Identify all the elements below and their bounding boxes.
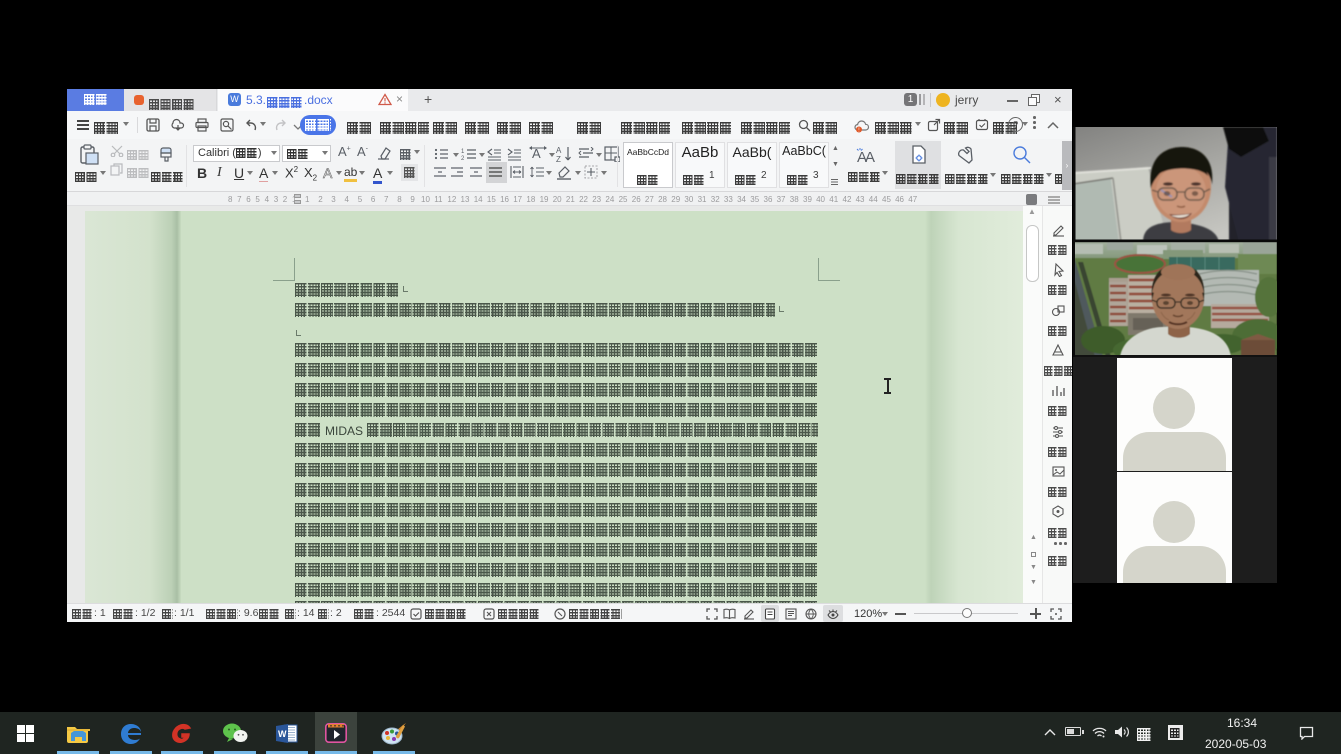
svg-text:1: 1 xyxy=(461,149,465,155)
svg-text:A: A xyxy=(556,146,562,155)
svg-text:!: ! xyxy=(858,128,859,133)
svg-text:W: W xyxy=(278,729,287,739)
svg-text:A: A xyxy=(865,149,875,164)
svg-text:Z: Z xyxy=(556,155,561,163)
svg-text:2: 2 xyxy=(461,156,465,161)
